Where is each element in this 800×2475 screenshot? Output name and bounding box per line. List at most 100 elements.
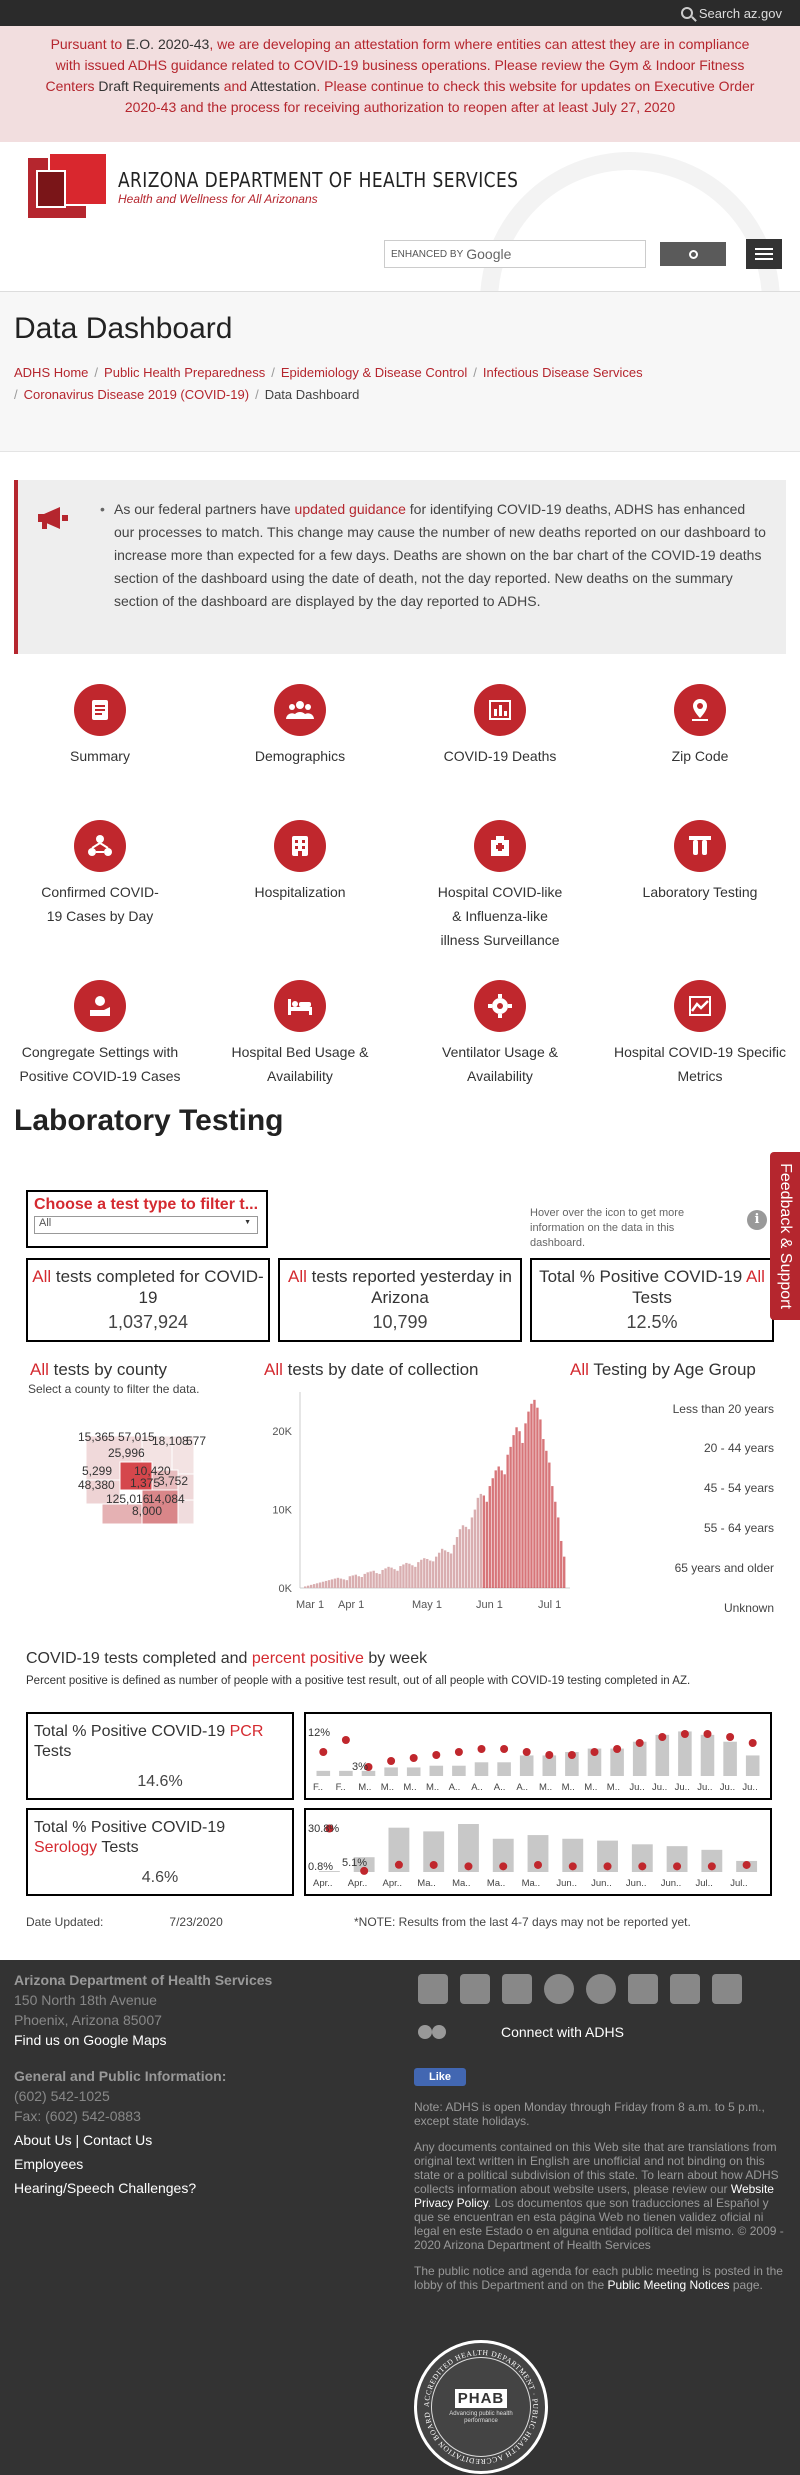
nav-congregate-settings[interactable]: Congregate Settings with Positive COVID-… <box>0 980 200 1088</box>
date-bar <box>324 1580 328 1588</box>
breadcrumb-preparedness[interactable]: Public Health Preparedness <box>104 365 265 380</box>
nav-zip-code[interactable]: Zip Code <box>600 684 800 768</box>
age-group-label[interactable]: 45 - 54 years <box>704 1481 774 1495</box>
footer-address: 150 North 18th Avenue <box>14 1992 157 2008</box>
percent-positive-dot <box>567 1751 576 1759</box>
percent-positive-dot <box>658 1733 667 1741</box>
date-bar <box>363 1573 366 1588</box>
serology-weekly-chart[interactable]: Apr.. Apr.. Apr.. Ma.. Ma.. Ma.. Ma.. Jun.. Jun.… <box>306 1810 770 1894</box>
email-icon[interactable] <box>712 1974 742 2004</box>
twitter-icon[interactable] <box>418 1974 448 2004</box>
nav-summary[interactable]: Summary <box>0 684 200 768</box>
attestation-link[interactable]: Attestation <box>250 78 316 94</box>
date-bar <box>476 1497 480 1588</box>
date-bar <box>312 1584 316 1588</box>
alert-text: and <box>219 78 251 94</box>
date-bar <box>554 1501 557 1588</box>
translation-disclaimer: Any documents contained on this Web site… <box>414 2140 784 2252</box>
breadcrumb-infectious-disease[interactable]: Infectious Disease Services <box>483 365 643 380</box>
date-bar <box>375 1573 378 1588</box>
about-us-link[interactable]: About Us <box>14 2132 72 2148</box>
weekly-tests-bar <box>723 1741 737 1776</box>
nav-hospital-ili-surveillance[interactable]: Hospital COVID-like & Influenza-like ill… <box>400 820 600 952</box>
date-bar <box>464 1526 468 1588</box>
search-icon[interactable] <box>680 7 693 19</box>
info-icon[interactable]: i <box>747 1210 767 1230</box>
date-bar <box>470 1517 474 1588</box>
kpi-tests-completed: All tests completed for COVID-19 1,037,9… <box>26 1258 270 1342</box>
percent-positive-dot <box>703 1730 712 1738</box>
search-button[interactable] <box>660 242 726 266</box>
contact-us-link[interactable]: Contact Us <box>83 2132 152 2148</box>
date-bar <box>309 1584 313 1588</box>
test-type-filter-title: Choose a test type to filter t... <box>34 1196 259 1213</box>
week-tick-label: Jun.. <box>626 1878 647 1889</box>
week-tick-label: Ju.. <box>742 1782 757 1793</box>
weekly-tests-bar <box>700 1734 715 1776</box>
arizona-county-map[interactable]: 15,365 57,015 18,108 577 25,996 5,299 10… <box>78 1430 206 1533</box>
age-group-label[interactable]: Unknown <box>724 1601 774 1615</box>
nav-hospitalization[interactable]: Hospitalization <box>200 820 400 904</box>
nav-hospital-bed-usage[interactable]: Hospital Bed Usage & Availability <box>200 980 400 1088</box>
date-bar <box>473 1509 477 1588</box>
pinterest-icon[interactable] <box>586 1974 616 2004</box>
hearing-speech-link[interactable]: Hearing/Speech Challenges? <box>14 2178 272 2198</box>
age-group-label[interactable]: 55 - 64 years <box>704 1521 774 1535</box>
employees-link[interactable]: Employees <box>14 2154 272 2174</box>
age-group-label[interactable]: 65 years and older <box>675 1561 774 1575</box>
nav-covid-deaths[interactable]: COVID-19 Deaths <box>400 684 600 768</box>
feedback-support-tab[interactable]: Feedback & Support <box>770 1152 800 1320</box>
breadcrumb-current: Data Dashboard <box>264 387 360 402</box>
serology-annotation: 5.1% <box>342 1857 367 1869</box>
weekly-tests-bar <box>678 1731 692 1776</box>
wordpress-icon[interactable] <box>544 1974 574 2004</box>
weekly-tests-bar <box>406 1767 421 1776</box>
weekly-tests-bar <box>429 1765 444 1776</box>
weekly-tests-bar <box>339 1770 353 1776</box>
percent-positive-dot <box>635 1739 644 1747</box>
date-bar <box>315 1583 319 1588</box>
date-bar <box>440 1548 444 1588</box>
age-group-label[interactable]: 20 - 44 years <box>704 1441 774 1455</box>
age-group-label[interactable]: Less than 20 years <box>673 1402 774 1416</box>
age-group-heading: All Testing by Age Group <box>570 1360 756 1379</box>
site-search-input[interactable]: ENHANCED BY Google <box>384 240 646 268</box>
facebook-icon[interactable] <box>460 1974 490 2004</box>
connect-with-adhs[interactable]: Connect with ADHS <box>418 2024 624 2040</box>
nav-ventilator-usage[interactable]: Ventilator Usage & Availability <box>400 980 600 1088</box>
breadcrumb-adhs-home[interactable]: ADHS Home <box>14 365 88 380</box>
pcr-weekly-chart[interactable]: F.. F.. M.. M.. M.. M.. A.. A.. A.. A.. M.. M.. M.. M… <box>306 1714 770 1798</box>
percent-positive-dot <box>707 1862 716 1871</box>
nav-laboratory-testing[interactable]: Laboratory Testing <box>600 820 800 904</box>
linkedin-icon[interactable] <box>670 1974 700 2004</box>
eo-link[interactable]: E.O. 2020-43 <box>126 36 209 52</box>
week-tick-label: M.. <box>539 1782 552 1793</box>
adhs-logo-icon <box>28 152 110 222</box>
weekly-tests-bar <box>655 1734 670 1776</box>
date-bar <box>557 1517 560 1588</box>
instagram-icon[interactable] <box>628 1974 658 2004</box>
nav-confirmed-cases-by-day[interactable]: Confirmed COVID-19 Cases by Day <box>0 820 200 928</box>
percent-positive-dot <box>748 1739 757 1747</box>
nav-hospital-covid-metrics[interactable]: Hospital COVID-19 Specific Metrics <box>600 980 800 1088</box>
public-meeting-notices-link[interactable]: Public Meeting Notices <box>607 2278 729 2292</box>
breadcrumb-covid19[interactable]: Coronavirus Disease 2019 (COVID-19) <box>24 387 249 402</box>
week-tick-label: Ju.. <box>720 1782 735 1793</box>
nav-demographics[interactable]: Demographics <box>200 684 400 768</box>
adhs-logo[interactable]: ARIZONA DEPARTMENT OF HEALTH SERVICES He… <box>28 152 589 222</box>
serology-weekly-chart-box: Apr.. Apr.. Apr.. Ma.. Ma.. Ma.. Ma.. Jun.. Jun.… <box>304 1808 772 1896</box>
breadcrumb-epidemiology[interactable]: Epidemiology & Disease Control <box>281 365 467 380</box>
youtube-icon[interactable] <box>502 1974 532 2004</box>
draft-requirements-link[interactable]: Draft Requirements <box>98 78 219 94</box>
tests-by-date-chart[interactable]: 0K 10K 20K Mar 1 Apr 1 May 1 Jun 1 Jul 1 <box>240 1382 580 1622</box>
date-bar <box>339 1578 343 1588</box>
facebook-like-button[interactable]: Like <box>414 2068 466 2086</box>
google-maps-link[interactable]: Find us on Google Maps <box>14 2030 272 2050</box>
percent-positive-dot <box>429 1860 438 1869</box>
test-type-dropdown[interactable]: All <box>34 1216 258 1234</box>
y-tick-label: 10K <box>272 1505 292 1517</box>
phab-accreditation-seal[interactable]: ACCREDITED HEALTH DEPARTMENT · PUBLIC HE… <box>414 2340 548 2474</box>
updated-guidance-link[interactable]: updated guidance <box>295 501 406 517</box>
az-gov-search-link[interactable]: Search az.gov <box>699 6 782 21</box>
hamburger-menu-button[interactable] <box>746 239 782 269</box>
